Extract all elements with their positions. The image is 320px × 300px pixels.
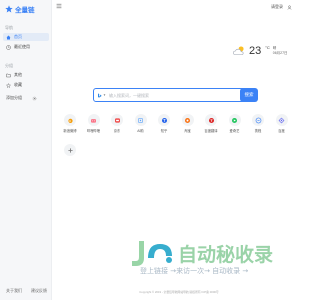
login-area[interactable]: 请登录 bbox=[271, 4, 292, 10]
sidebar-item-other[interactable]: 其他 bbox=[3, 71, 49, 79]
shortcut-item[interactable]: 知乎 bbox=[154, 114, 174, 133]
chevron-down-icon: ▼ bbox=[103, 93, 106, 97]
shortcut-label: 知乎 bbox=[160, 129, 168, 133]
fanyi-icon bbox=[205, 114, 217, 126]
watermark-sub-text: 登上链接 →来访一次→ 自动收录 → bbox=[140, 266, 248, 275]
sidebar: 全量链 导航 首页 最近使用 分组 其他 收藏 添加分组 关于我们 建议反馈 bbox=[0, 0, 52, 300]
sidebar-footer: 关于我们 建议反馈 bbox=[6, 288, 47, 294]
shortcut-item[interactable]: 百度 bbox=[272, 114, 292, 133]
watermark-main-text: 自动秘收录 bbox=[178, 243, 273, 266]
footer-copyright: Copyright © 2019 - 全量链导航网站导航 版权所有 ICP备 0… bbox=[139, 290, 219, 294]
shortcut-label: 哔哩哔哩 bbox=[86, 129, 101, 133]
star-logo-icon bbox=[5, 5, 13, 13]
shortcut-label: 京东 bbox=[113, 129, 121, 133]
weather-info: 晴 06月27日 bbox=[273, 46, 288, 56]
sidebar-item-favorites[interactable]: 收藏 bbox=[3, 81, 49, 89]
shortcut-item[interactable]: 哔哩哔哩 bbox=[84, 114, 104, 133]
ctrip-icon bbox=[252, 114, 264, 126]
shortcut-item[interactable]: 百度翻译 bbox=[201, 114, 221, 133]
sidebar-item-recent[interactable]: 最近使用 bbox=[3, 43, 49, 51]
about-link[interactable]: 关于我们 bbox=[6, 288, 22, 294]
search-engine-selector[interactable]: ▼ bbox=[94, 93, 109, 98]
shortcut-label: 淘宝 bbox=[184, 129, 191, 133]
shortcut-label: 爱奇艺 bbox=[229, 129, 240, 133]
weather-unit: °C bbox=[265, 44, 270, 50]
weather-temperature: 23 bbox=[249, 45, 262, 57]
search-button[interactable]: 搜索 bbox=[240, 88, 258, 102]
baidu-icon bbox=[275, 114, 288, 126]
clock-icon bbox=[6, 44, 11, 50]
zhihu-icon bbox=[158, 114, 170, 126]
taobao-icon bbox=[181, 114, 194, 126]
add-group-row[interactable]: 添加分组 bbox=[6, 95, 37, 101]
shortcut-item[interactable]: 爱奇艺 bbox=[225, 114, 245, 133]
shortcut-item[interactable]: 新浪微博 bbox=[60, 114, 80, 133]
user-icon[interactable] bbox=[287, 5, 292, 10]
sidebar-item-label: 首页 bbox=[14, 34, 22, 39]
brand-logo[interactable]: 全量链 bbox=[5, 4, 35, 14]
sidebar-item-label: 收藏 bbox=[14, 82, 22, 87]
folder-icon bbox=[6, 73, 11, 78]
jd-icon bbox=[111, 114, 123, 126]
weather-date: 06月27日 bbox=[272, 51, 288, 55]
add-group-label: 添加分组 bbox=[6, 95, 22, 100]
home-icon bbox=[6, 35, 11, 40]
section-title-groups: 分组 bbox=[5, 63, 13, 68]
star-icon bbox=[6, 82, 11, 88]
shortcut-label: 百度翻译 bbox=[204, 129, 218, 133]
shortcut-item[interactable]: 淘宝 bbox=[178, 114, 198, 133]
section-title-nav: 导航 bbox=[5, 25, 13, 30]
brand-name: 全量链 bbox=[15, 7, 35, 14]
partly-cloudy-icon bbox=[232, 44, 246, 58]
shortcut-item[interactable]: 京东 bbox=[107, 114, 127, 133]
menu-toggle-icon[interactable] bbox=[56, 3, 62, 9]
iqiyi-icon bbox=[228, 114, 241, 126]
add-shortcut-button[interactable] bbox=[60, 144, 80, 156]
shortcut-label: 新浪微博 bbox=[63, 129, 77, 133]
weather-widget[interactable]: 23 °C 晴 06月27日 bbox=[232, 44, 288, 58]
bilibili-icon bbox=[87, 114, 100, 126]
gear-icon[interactable] bbox=[32, 96, 37, 101]
search-box: ▼ bbox=[93, 88, 257, 102]
shortcut-label: 百度 bbox=[278, 129, 285, 133]
shortcut-item[interactable]: AI助 bbox=[131, 114, 151, 133]
shortcut-label: 携程 bbox=[254, 129, 262, 133]
watermark-logo: 自动秘收录 登上链接 →来访一次→ 自动收录 → bbox=[128, 236, 278, 276]
sidebar-item-home[interactable]: 首页 bbox=[3, 33, 49, 41]
ai-icon bbox=[134, 114, 147, 126]
login-label[interactable]: 请登录 bbox=[271, 4, 283, 10]
bing-icon bbox=[97, 93, 102, 98]
shortcut-label: AI助 bbox=[137, 129, 144, 133]
plus-icon[interactable] bbox=[64, 144, 76, 156]
shortcut-item[interactable]: 携程 bbox=[248, 114, 268, 133]
weibo-icon bbox=[64, 114, 76, 126]
search-input[interactable] bbox=[108, 90, 256, 100]
sidebar-item-label: 其他 bbox=[14, 72, 22, 77]
sidebar-item-label: 最近使用 bbox=[14, 44, 30, 49]
feedback-link[interactable]: 建议反馈 bbox=[31, 288, 47, 294]
